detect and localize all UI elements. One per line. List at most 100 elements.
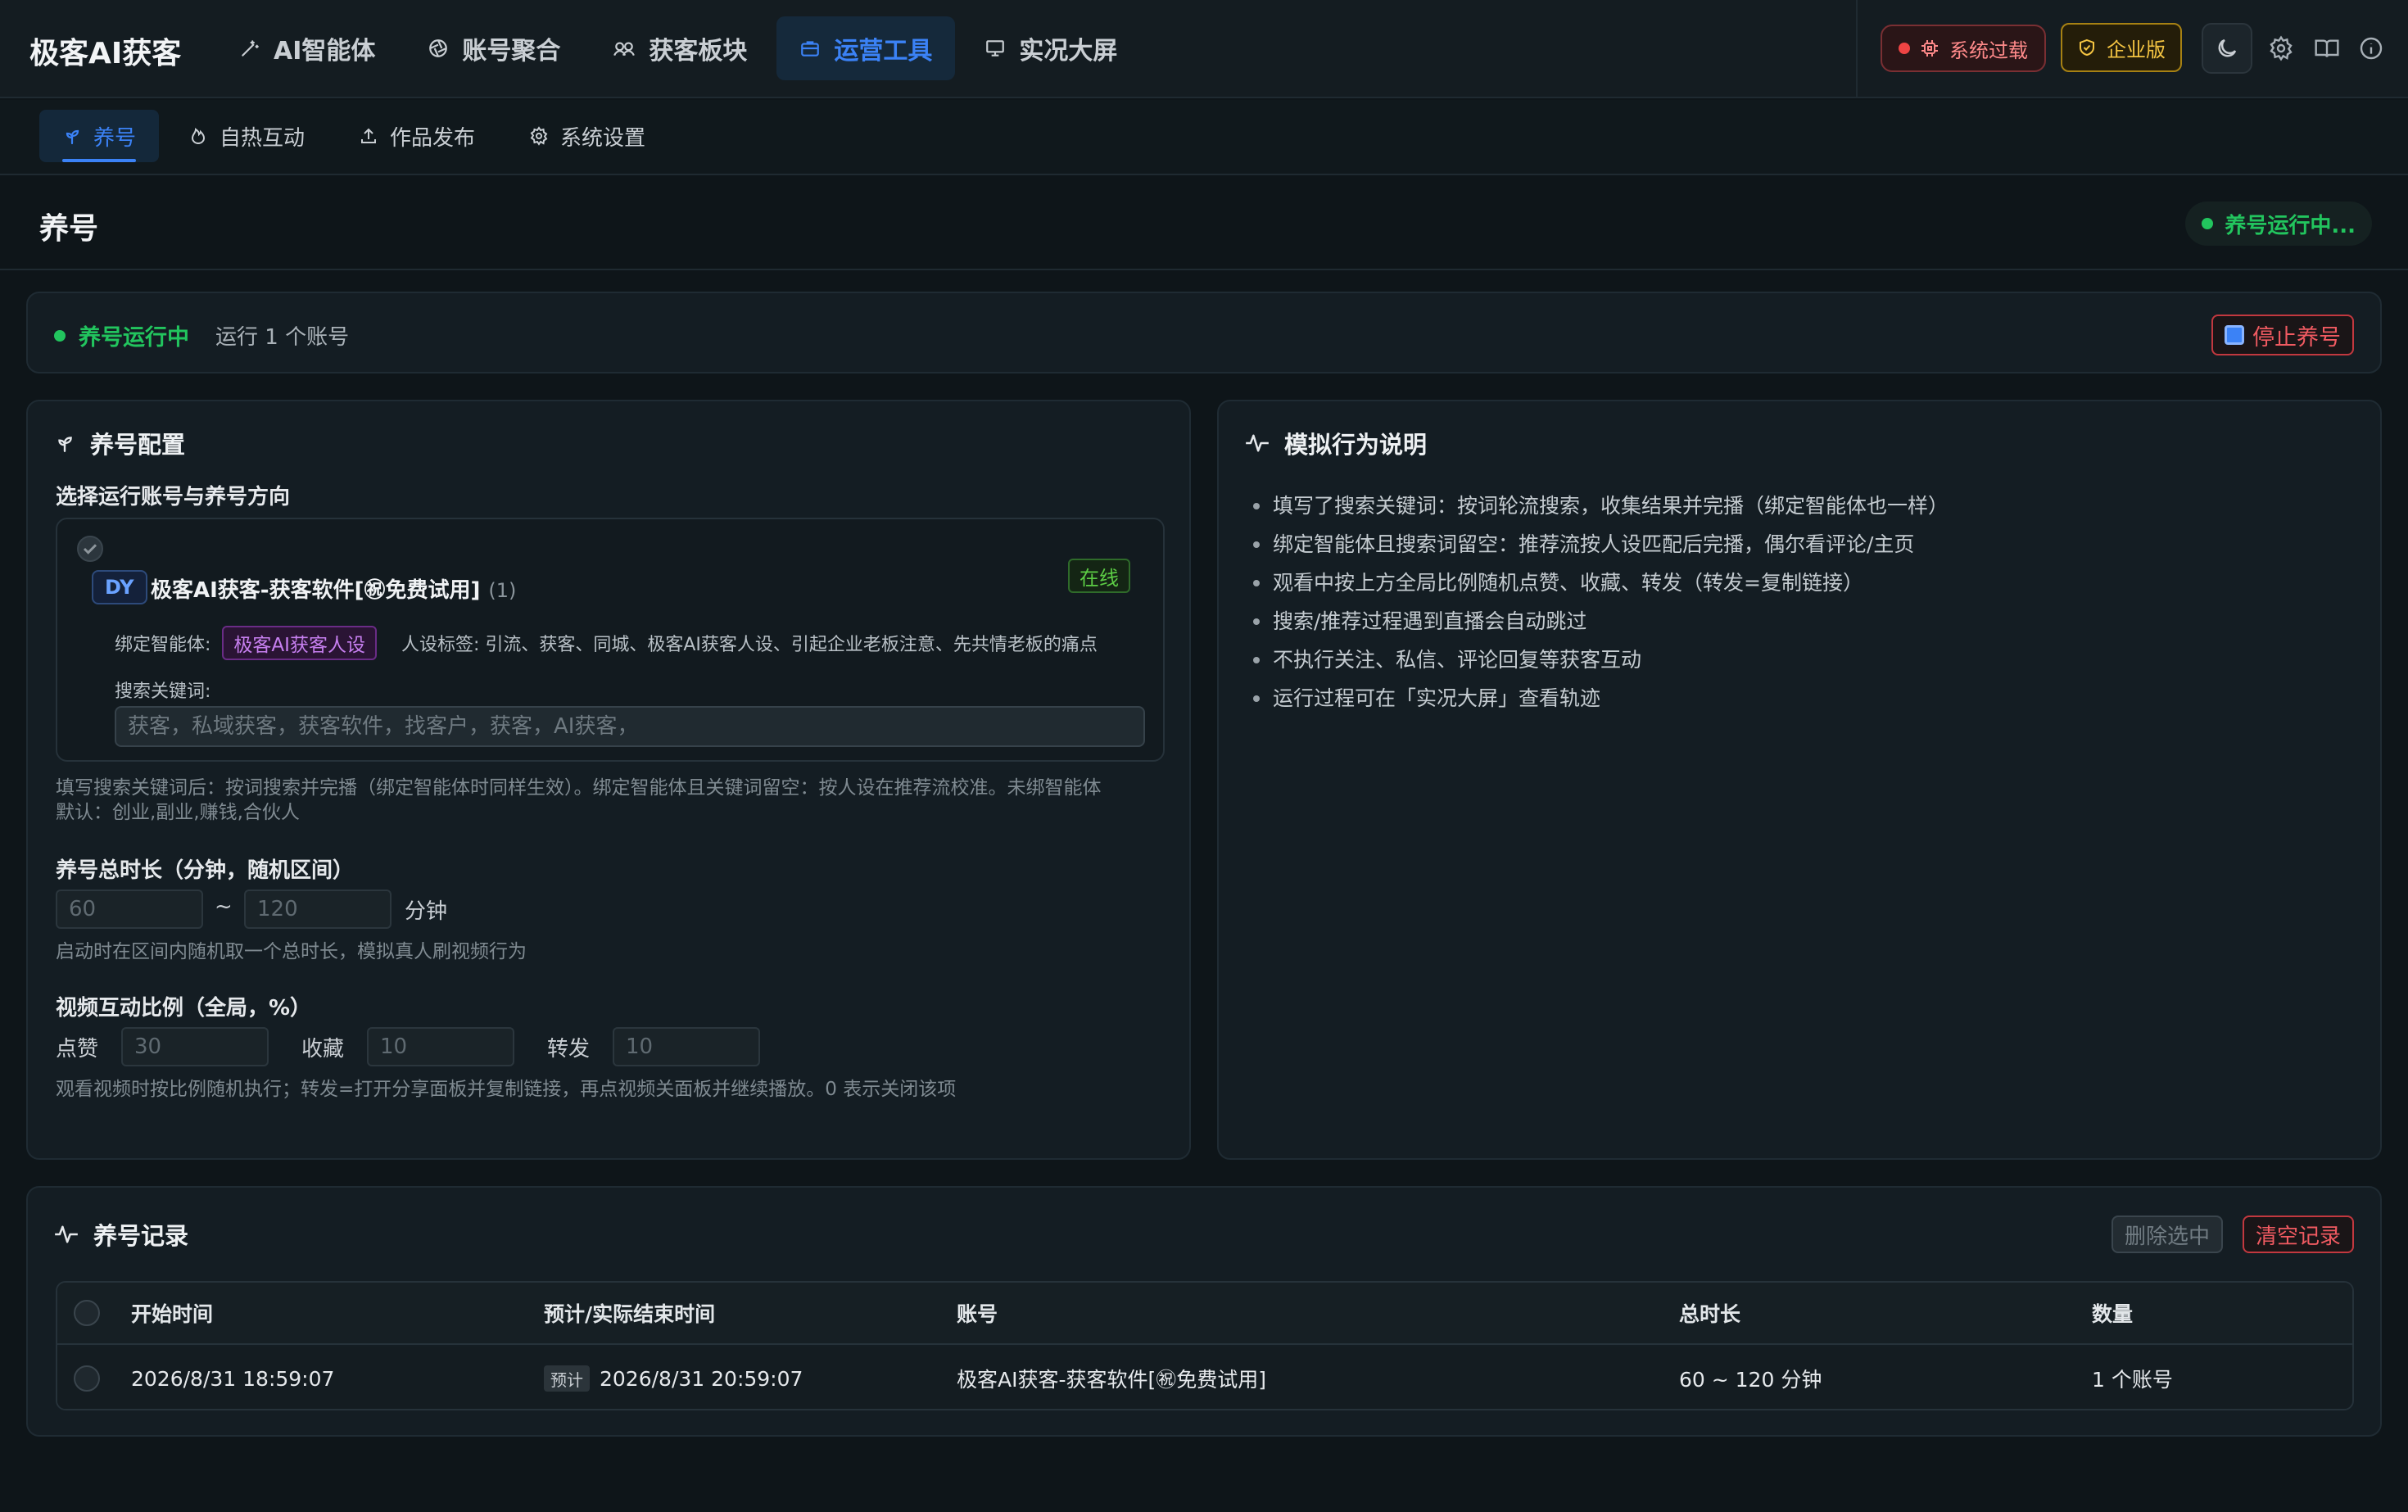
list-item: 观看中按上方全局比例随机点赞、收藏、转发（转发=复制链接） [1253,564,1949,602]
top-bar: 极客AI获客 AI智能体 账号聚合 获客板块 运营工具 实况大屏 系统过载 企业… [0,0,2408,98]
keyword-label: 搜索关键词: [115,681,211,702]
like-ratio-input[interactable] [121,1027,269,1066]
account-checkbox[interactable] [77,536,103,562]
info-button[interactable] [2346,23,2397,74]
account-option[interactable]: DY 极客AI获客-获客软件[㊗免费试用] (1) 在线 绑定智能体: 极客AI获… [56,518,1165,762]
row-checkbox[interactable] [74,1365,100,1392]
description-title: 模拟行为说明 [1245,426,1427,460]
system-overload-badge[interactable]: 系统过载 [1881,25,2046,72]
select-all-checkbox[interactable] [74,1300,100,1326]
stop-nurture-button[interactable]: 停止养号 [2211,315,2354,355]
gear-icon [2268,35,2294,61]
page-header: 养号 养号运行中... [0,177,2408,270]
page-title: 养号 [39,212,99,246]
column-header: 预计/实际结束时间 [544,1302,716,1326]
favorite-ratio-input[interactable] [367,1027,514,1066]
persona-tags-text: 人设标签: 引流、获客、同城、极客AI获客人设、引起企业老板注意、先共情老板的痛… [401,635,1098,655]
tab-label: 养号 [93,125,137,151]
behavior-list: 填写了搜索关键词：按词轮流搜索，收集结果并完播（绑定智能体也一样） 绑定智能体且… [1253,487,1949,718]
account-name: 极客AI获客-获客软件[㊗免费试用] (1) [151,573,516,604]
nurture-config-card: 养号配置 选择运行账号与养号方向 DY 极客AI获客-获客软件[㊗免费试用] (1… [26,400,1191,1160]
keyword-hint-line-2: 默认：创业,副业,赚钱,合伙人 [56,802,300,823]
records-title-text: 养号记录 [93,1222,189,1250]
end-time-text: 2026/8/31 20:59:07 [600,1366,803,1391]
share-ratio-input[interactable] [613,1027,760,1066]
activity-icon [1245,432,1270,454]
nav-account-aggregation[interactable]: 账号聚合 [405,16,583,80]
like-label: 点赞 [56,1037,99,1062]
list-item: 搜索/推荐过程遇到直播会自动跳过 [1253,602,1949,641]
column-header: 账号 [957,1302,998,1326]
list-item: 不执行关注、私信、评论回复等获客互动 [1253,641,1949,679]
duration-cell: 60 ~ 120 分钟 [1679,1368,1822,1392]
persona-tag[interactable]: 极客AI获客人设 [222,626,377,660]
account-name-text: 极客AI获客-获客软件[㊗免费试用] [151,578,481,603]
tab-publish[interactable]: 作品发布 [336,110,498,162]
keyword-input[interactable] [115,706,1145,747]
briefcase-icon [799,38,821,59]
nav-label: AI智能体 [274,37,376,66]
clear-records-button[interactable]: 清空记录 [2242,1215,2354,1253]
nav-ai-agent[interactable]: AI智能体 [216,16,398,80]
account-cell: 极客AI获客-获客软件[㊗免费试用] [957,1368,1267,1392]
duration-hint: 启动时在区间内随机取一个总时长，模拟真人刷视频行为 [56,941,527,962]
duration-label: 养号总时长（分钟，随机区间） [56,858,355,883]
table-row[interactable]: 2026/8/31 18:59:07 预计 2026/8/31 20:59:07… [57,1347,2352,1409]
start-time-cell: 2026/8/31 18:59:07 [131,1366,335,1391]
description-title-text: 模拟行为说明 [1284,431,1428,459]
flame-icon [188,126,208,146]
tab-label: 自热互动 [220,125,306,151]
users-icon [613,38,636,59]
settings-button[interactable] [2256,23,2306,74]
wand-icon [239,38,260,59]
tab-nurture[interactable]: 养号 [39,110,160,162]
running-status-pill: 养号运行中... [2185,201,2372,246]
account-count: (1) [488,579,517,602]
nav-operation-tools[interactable]: 运营工具 [776,16,956,80]
config-title-text: 养号配置 [90,431,186,459]
cpu-icon [1920,38,1940,58]
aperture-icon [428,38,449,59]
activity-icon [54,1224,79,1245]
theme-toggle-button[interactable] [2202,23,2252,74]
info-icon [2358,35,2384,61]
bind-label: 绑定智能体: [115,635,211,655]
list-item: 运行过程可在「实况大屏」查看轨迹 [1253,679,1949,718]
nav-label: 获客板块 [649,37,748,66]
tab-label: 系统设置 [560,125,646,151]
select-all-cell [74,1283,100,1343]
stop-icon [2225,325,2244,345]
duration-separator: ~ [215,894,233,919]
status-dot [2202,218,2214,229]
nurture-records-card: 养号记录 删除选中 清空记录 开始时间 预计/实际结束时间 账号 总时长 数量 … [26,1186,2382,1437]
agent-binding-row: 绑定智能体: 极客AI获客人设 人设标签: 引流、获客、同城、极客AI获客人设、… [115,626,1098,660]
duration-unit: 分钟 [405,899,448,924]
column-header: 开始时间 [131,1302,214,1326]
overload-label: 系统过载 [1949,38,2028,62]
tab-system-settings[interactable]: 系统设置 [506,110,668,162]
ratio-label: 视频互动比例（全局，%） [56,996,312,1021]
book-icon [2314,35,2340,61]
nav-live-screen[interactable]: 实况大屏 [962,16,1140,80]
count-cell: 1 个账号 [2092,1368,2173,1392]
nav-acquisition[interactable]: 获客板块 [590,16,770,80]
records-table: 开始时间 预计/实际结束时间 账号 总时长 数量 2026/8/31 18:59… [56,1281,2354,1410]
monitor-icon [984,38,1006,59]
platform-tag: DY [92,570,147,604]
duration-max-input[interactable] [244,890,392,929]
enterprise-badge[interactable]: 企业版 [2061,23,2182,72]
list-item: 绑定智能体且搜索词留空：推荐流按人设匹配后完播，偶尔看评论/主页 [1253,525,1949,564]
select-account-label: 选择运行账号与养号方向 [56,485,291,509]
run-status: 养号运行中 运行 1 个账号 [54,319,349,351]
docs-button[interactable] [2302,23,2352,74]
ratio-hint: 观看视频时按比例随机执行；转发=打开分享面板并复制链接，再点视频关面板并继续播放… [56,1079,957,1100]
shield-check-icon [2077,38,2097,57]
sub-tabs: 养号 自热互动 作品发布 系统设置 [0,100,2408,175]
stop-label: 停止养号 [2252,324,2341,351]
delete-selected-button[interactable]: 删除选中 [2111,1215,2223,1253]
duration-min-input[interactable] [56,890,203,929]
records-title: 养号记录 [54,1217,188,1252]
estimated-tag: 预计 [544,1365,590,1392]
app-brand: 极客AI获客 [29,37,182,70]
tab-self-interaction[interactable]: 自热互动 [165,110,328,162]
